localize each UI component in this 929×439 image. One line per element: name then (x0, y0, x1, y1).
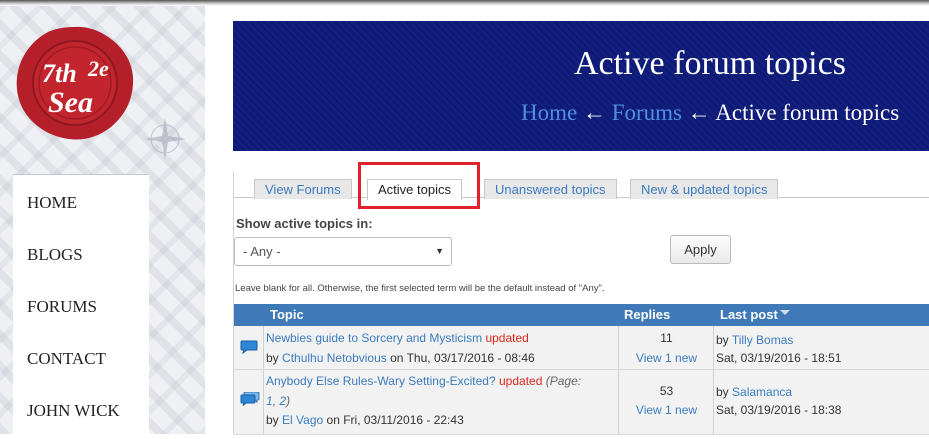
by-label: by (266, 413, 279, 427)
breadcrumb-separator: ← (582, 100, 606, 125)
reply-count: 11 (660, 331, 673, 345)
by-label: by (716, 333, 729, 347)
topic-cell: Newbies guide to Sorcery and Mysticism u… (264, 326, 619, 369)
forum-select-value: - Any - (243, 244, 281, 259)
dropdown-arrow-icon: ▼ (435, 246, 444, 256)
compass-icon (144, 118, 186, 160)
by-label: by (716, 385, 729, 399)
replies-cell: 53 View 1 new (619, 370, 714, 434)
last-post-date: Sat, 03/19/2016 - 18:38 (716, 403, 842, 417)
on-label: on (390, 351, 404, 365)
breadcrumb: Home ← Forums ← Active forum topics (521, 100, 899, 126)
main-nav: HOME BLOGS FORUMS CONTACT JOHN WICK (13, 174, 149, 435)
author-link[interactable]: Cthulhu Netobvious (282, 351, 387, 365)
col-last-post-label: Last post (720, 307, 778, 322)
last-post-cell: by Tilly Bomas Sat, 03/19/2016 - 18:51 (714, 326, 929, 369)
last-post-cell: by Salamanca Sat, 03/19/2016 - 18:38 (714, 370, 929, 434)
last-author-link[interactable]: Salamanca (732, 385, 792, 399)
logo-text-7th: 7th (42, 59, 77, 88)
view-new-link[interactable]: View 1 new (619, 403, 714, 417)
nav-item-john-wick[interactable]: JOHN WICK (13, 383, 149, 435)
post-date: Thu, 03/17/2016 - 08:46 (406, 351, 535, 365)
topics-table-header: Topic Replies Last post (234, 304, 929, 326)
page-link-1[interactable]: 1 (266, 394, 273, 408)
view-new-link[interactable]: View 1 new (619, 351, 714, 365)
table-row: Anybody Else Rules-Wary Setting-Excited?… (234, 370, 929, 435)
nav-item-contact[interactable]: CONTACT (13, 331, 149, 383)
apply-button[interactable]: Apply (670, 235, 731, 264)
breadcrumb-home[interactable]: Home (521, 100, 577, 125)
updated-badge: updated (499, 374, 543, 388)
filter-label: Show active topics in: (236, 216, 373, 231)
tab-new-updated-topics[interactable]: New & updated topics (630, 179, 779, 199)
logo-text-sea: Sea (48, 86, 93, 119)
topic-title-link[interactable]: Newbies guide to Sorcery and Mysticism (266, 331, 482, 345)
chat-bubble-icon (240, 340, 258, 354)
topic-cell: Anybody Else Rules-Wary Setting-Excited?… (264, 370, 619, 434)
replies-cell: 11 View 1 new (619, 326, 714, 369)
site-logo[interactable]: 7th 2e Sea (14, 24, 136, 142)
updated-badge: updated (485, 331, 529, 345)
on-label: on (326, 413, 340, 427)
nav-item-blogs[interactable]: BLOGS (13, 227, 149, 279)
topic-title-link[interactable]: Anybody Else Rules-Wary Setting-Excited? (266, 374, 496, 388)
chat-bubbles-icon (240, 392, 260, 406)
page-separator: , (272, 394, 277, 408)
pages-close: ) (286, 394, 291, 408)
pages-label: (Page: (545, 374, 582, 388)
breadcrumb-separator: ← (687, 100, 711, 125)
nav-item-forums[interactable]: FORUMS (13, 279, 149, 331)
col-last-post[interactable]: Last post (720, 307, 790, 322)
breadcrumb-forums[interactable]: Forums (612, 100, 682, 125)
sort-desc-icon (779, 310, 790, 315)
topic-icon-cell (234, 370, 264, 434)
breadcrumb-current: Active forum topics (715, 100, 900, 125)
topic-icon-cell (234, 326, 264, 369)
tab-view-forums[interactable]: View Forums (254, 179, 352, 199)
logo-text-2e: 2e (87, 56, 109, 81)
col-topic[interactable]: Topic (270, 307, 304, 322)
by-label: by (266, 351, 279, 365)
reply-count: 53 (659, 384, 674, 398)
forum-select[interactable]: - Any - ▼ (234, 237, 452, 266)
page-title: Active forum topics (574, 45, 846, 82)
table-row: Newbies guide to Sorcery and Mysticism u… (234, 326, 929, 370)
header-banner (233, 21, 929, 151)
col-replies[interactable]: Replies (624, 307, 670, 322)
nav-item-home[interactable]: HOME (13, 175, 149, 227)
highlight-box (358, 162, 480, 209)
content-panel: View Forums Active topics Unanswered top… (233, 171, 929, 435)
filter-hint: Leave blank for all. Otherwise, the firs… (235, 283, 605, 294)
last-post-date: Sat, 03/19/2016 - 18:51 (716, 351, 842, 365)
post-date: Fri, 03/11/2016 - 22:43 (343, 413, 464, 427)
tab-unanswered-topics[interactable]: Unanswered topics (484, 179, 617, 199)
author-link[interactable]: El Vago (282, 413, 323, 427)
last-author-link[interactable]: Tilly Bomas (732, 333, 794, 347)
